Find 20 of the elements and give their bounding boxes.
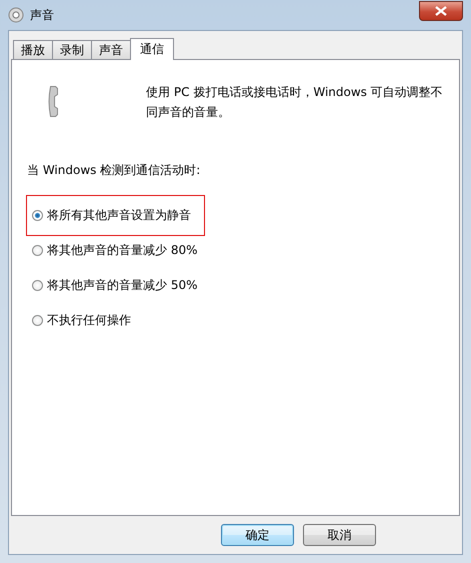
tab[interactable]: 声音	[91, 40, 131, 59]
phone-handset-icon	[48, 86, 58, 117]
close-icon	[434, 6, 448, 16]
option-label: 将所有其他声音设置为静音	[47, 207, 191, 224]
dialog-button[interactable]: 取消	[303, 524, 376, 546]
radio-button[interactable]	[32, 280, 43, 291]
section-heading: 当 Windows 检测到通信活动时:	[27, 162, 202, 179]
tab[interactable]: 播放	[13, 40, 53, 59]
radio-button[interactable]	[32, 210, 43, 221]
tab[interactable]: 通信	[130, 38, 174, 60]
radio-option[interactable]: 不执行任何操作	[32, 312, 204, 329]
description-text: 使用 PC 拨打电话或接电话时，Windows 可自动调整不同声音的音量。	[146, 84, 444, 121]
window-title: 声音	[30, 6, 54, 24]
dialog-button[interactable]: 确定	[221, 524, 294, 546]
speaker-icon	[8, 7, 24, 23]
tab[interactable]: 录制	[52, 40, 92, 59]
close-button[interactable]	[419, 1, 463, 21]
radio-button[interactable]	[32, 245, 43, 256]
option-label: 不执行任何操作	[47, 312, 131, 329]
radio-button[interactable]	[32, 315, 43, 326]
